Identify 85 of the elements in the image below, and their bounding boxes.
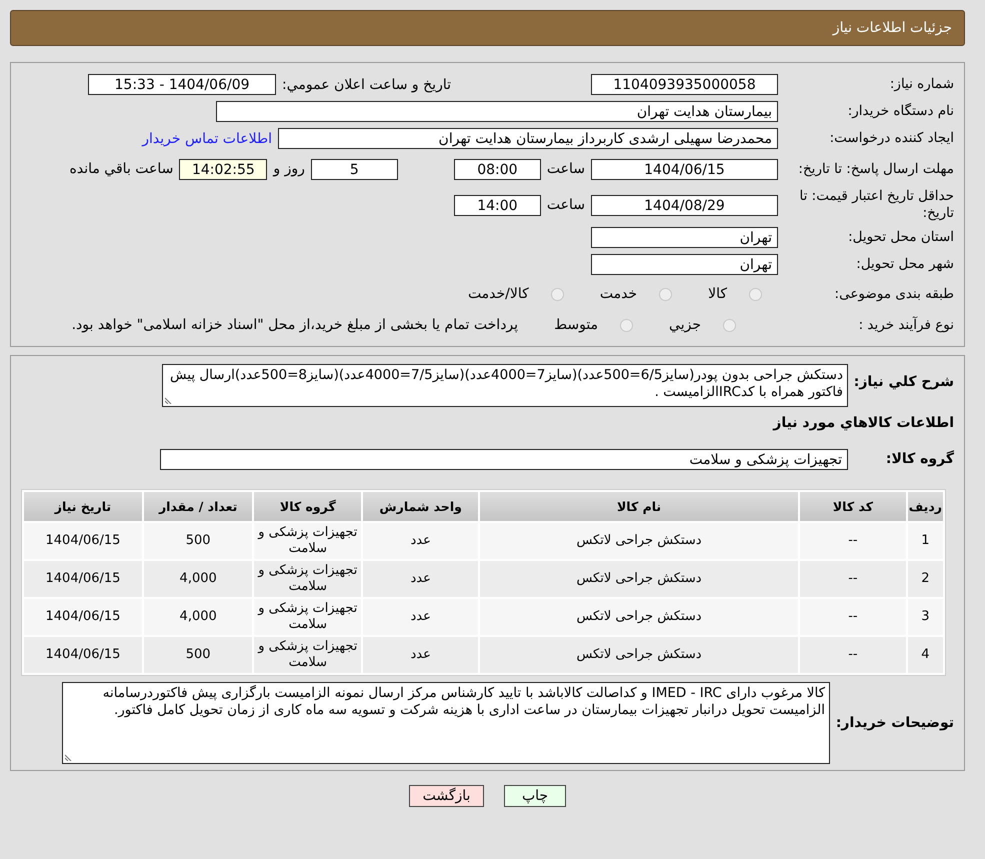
field-label: استان محل تحویل: <box>847 229 954 246</box>
field-label: شرح کلي نیاز: <box>854 373 954 390</box>
time-label: ساعت <box>546 197 585 213</box>
purchase-note: پرداخت تمام یا بخشی از مبلغ خرید،از محل "اسناد خزانه اسلامی" خواهد بود. <box>72 317 518 333</box>
field-label: شهر محل تحویل: <box>855 256 954 273</box>
section-heading: اطلاعات کالاهاي مورد نیاز <box>773 415 954 431</box>
table-cell: تجهیزات پزشکی و سلامت <box>254 561 362 597</box>
radio-button[interactable] <box>723 318 736 332</box>
radio-button[interactable] <box>550 288 564 300</box>
table-cell: 1404/06/15 <box>24 599 142 635</box>
print-button[interactable]: چاپ <box>504 785 566 807</box>
days-label: روز و <box>273 161 305 177</box>
resize-grip-icon[interactable] <box>165 396 173 404</box>
text-field[interactable]: 1404/08/29 <box>591 194 778 216</box>
table-cell: 500 <box>144 523 252 559</box>
column-header: نام کالا <box>480 492 798 521</box>
radio-label: کالا <box>708 286 727 302</box>
table-cell: عدد <box>363 561 478 597</box>
table-cell: 4,000 <box>144 599 252 635</box>
table-cell: دستکش جراحی لاتکس <box>480 637 798 673</box>
field-label: نام دستگاه خریدار: <box>846 103 954 120</box>
field-label: حداقل تاریخ اعتبار قیمت: تا تاریخ: <box>798 188 954 222</box>
table-cell: تجهیزات پزشکی و سلامت <box>254 523 362 559</box>
radio-label: خدمت <box>600 286 638 302</box>
table-cell: دستکش جراحی لاتکس <box>480 561 798 597</box>
text-field[interactable]: 14:02:55 <box>179 158 268 180</box>
text-field[interactable]: بیمارستان هدایت تهران <box>216 101 778 122</box>
text-field[interactable]: 1404/06/15 <box>591 158 778 180</box>
remaining-label: ساعت باقي مانده <box>70 161 174 177</box>
text-field[interactable]: 1404/06/09 - 15:33 <box>88 74 276 95</box>
text-field[interactable]: محمدرضا سهیلی ارشدی کاربرداز بیمارستان هدایت تهران <box>278 128 778 149</box>
column-header: تعداد / مقدار <box>144 492 252 521</box>
text-field[interactable]: تهران <box>591 254 778 275</box>
radio-label: جزيي <box>669 317 701 333</box>
column-header: کد کالا <box>800 492 906 521</box>
time-label: ساعت <box>546 161 585 177</box>
table-cell: دستکش جراحی لاتکس <box>480 599 798 635</box>
field-label: گروه کالا: <box>884 451 954 467</box>
table-cell: عدد <box>363 599 478 635</box>
column-header: ردیف <box>908 492 943 521</box>
table-cell: 500 <box>144 637 252 673</box>
text-field[interactable]: 08:00 <box>454 158 541 180</box>
radio-label: متوسط <box>554 317 598 333</box>
radio-label: کالا/خدمت <box>468 286 529 302</box>
text-field[interactable]: تجهیزات پزشکی و سلامت <box>160 448 848 470</box>
page-title: جزئیات اطلاعات نیاز <box>832 20 952 36</box>
notes-box[interactable]: کالا مرغوب دارای IMED - IRC و کداصالت کالاباشد با تایید کارشناس مرکز ارسال نمونه الزامیست بارگزاری پیش فاکتوردرسامانه الزامیست تحویل درانبار تجهیزات بیمارستان در ساعت اداری با هزینه شرکت و تسویه سه ماه کاری از زمان تحویل کامل فاکتور. <box>62 682 830 764</box>
table-cell: -- <box>800 637 906 673</box>
column-header: تاریخ نیاز <box>24 492 142 521</box>
table-cell: عدد <box>363 523 478 559</box>
table-cell: تجهیزات پزشکی و سلامت <box>254 637 362 673</box>
table-cell: 1404/06/15 <box>24 637 142 673</box>
table-cell: عدد <box>363 637 478 673</box>
text-field[interactable]: 5 <box>310 158 398 180</box>
table-cell: 1404/06/15 <box>24 561 142 597</box>
radio-button[interactable] <box>749 288 762 300</box>
back-button[interactable]: بازگشت <box>409 785 484 807</box>
resize-grip-icon[interactable] <box>65 753 73 761</box>
column-header: گروه کالا <box>254 492 362 521</box>
table-cell: 3 <box>908 599 943 635</box>
text-field[interactable]: تهران <box>591 227 778 248</box>
column-header: واحد شمارش <box>363 492 478 521</box>
radio-button[interactable] <box>620 318 634 332</box>
table-cell: تجهیزات پزشکی و سلامت <box>254 599 362 635</box>
table-cell: 1404/06/15 <box>24 523 142 559</box>
field-label: مهلت ارسال پاسخ: تا تاریخ: <box>797 160 954 178</box>
field-label: شماره نیاز: <box>888 76 954 93</box>
field-label: نوع فرآیند خرید : <box>858 316 954 334</box>
field-label: توضیحات خریدار: <box>836 715 954 731</box>
radio-button[interactable] <box>659 288 672 300</box>
table-cell: -- <box>800 561 906 597</box>
field-label: ایجاد کننده درخواست: <box>828 130 954 147</box>
text-field[interactable]: 14:00 <box>454 194 541 216</box>
field-label: طبقه بندی موضوعی: <box>834 286 954 302</box>
text-field[interactable]: 1104093935000058 <box>591 74 778 95</box>
table-cell: دستکش جراحی لاتکس <box>480 523 798 559</box>
description-box[interactable]: دستکش جراحی بدون پودر(سایز6/5=500عدد)(سایز7=4000عدد)(سایز7/5=4000عدد)(سایز8=500عدد)ارسال پیش فاکتور همراه با کدIRCالزامیست . <box>162 364 848 407</box>
table-cell: -- <box>800 599 906 635</box>
table-cell: 1 <box>908 523 943 559</box>
field-label: تاریخ و ساعت اعلان عمومي: <box>282 76 451 92</box>
table-cell: 4 <box>908 637 943 673</box>
table-cell: 2 <box>908 561 943 597</box>
table-cell: 4,000 <box>144 561 252 597</box>
contact-link[interactable]: اطلاعات تماس خریدار <box>142 130 272 146</box>
table-cell: -- <box>800 523 906 559</box>
